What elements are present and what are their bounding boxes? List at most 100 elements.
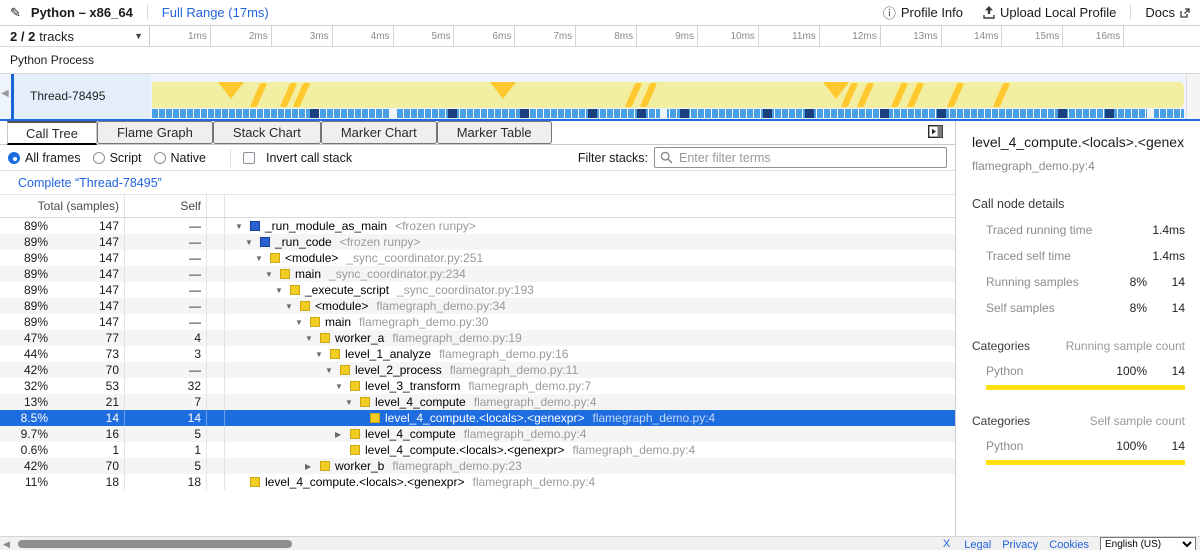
cell-total: 9.7%16	[0, 426, 125, 442]
track-sample-strip[interactable]	[152, 109, 1184, 118]
category-square-icon	[310, 317, 320, 327]
language-select[interactable]: English (US)	[1100, 537, 1196, 550]
expander-open-icon[interactable]: ▼	[245, 238, 260, 247]
radio-script[interactable]: Script	[93, 151, 142, 165]
category-square-icon	[320, 333, 330, 343]
calltree-row[interactable]: 42%70—▼level_2_processflamegraph_demo.py…	[0, 362, 955, 378]
full-range-button[interactable]: Full Range (17ms)	[162, 5, 269, 20]
radio-icon	[93, 152, 105, 164]
sidebar-toggle-button[interactable]	[928, 125, 943, 138]
track-activity-band[interactable]	[152, 82, 1184, 108]
edit-pencil-icon[interactable]: ✎	[10, 5, 21, 21]
expander-open-icon[interactable]: ▼	[325, 366, 340, 375]
calltree-row[interactable]: 9.7%165▶level_4_computeflamegraph_demo.p…	[0, 426, 955, 442]
expander-closed-icon[interactable]: ▶	[335, 430, 350, 439]
calltree-row[interactable]: 13%217▼level_4_computeflamegraph_demo.py…	[0, 394, 955, 410]
radio-native[interactable]: Native	[154, 151, 206, 165]
tab-marker-table[interactable]: Marker Table	[437, 121, 552, 144]
expander-open-icon[interactable]: ▼	[255, 254, 270, 263]
docs-button[interactable]: Docs	[1145, 5, 1190, 20]
tab-marker-chart[interactable]: Marker Chart	[321, 121, 437, 144]
expander-open-icon[interactable]: ▼	[295, 318, 310, 327]
cell-self: 14	[125, 410, 207, 426]
cell-tree: level_4_compute.<locals>.<genexpr>flameg…	[225, 410, 955, 426]
calltree-row[interactable]: 32%5332▼level_3_transformflamegraph_demo…	[0, 378, 955, 394]
expander-open-icon[interactable]: ▼	[305, 334, 320, 343]
expander-open-icon[interactable]: ▼	[265, 270, 280, 279]
cell-gap	[207, 234, 225, 250]
cell-gap	[207, 394, 225, 410]
expander-open-icon[interactable]: ▼	[285, 302, 300, 311]
detail-row: Traced self time1.4ms	[972, 249, 1185, 263]
legal-link[interactable]: Legal	[964, 539, 991, 550]
calltree-row[interactable]: 89%147—▼_execute_script_sync_coordinator…	[0, 282, 955, 298]
top-header: ✎ Python – x86_64 Full Range (17ms) ⓘ Pr…	[0, 0, 1200, 26]
process-track-header[interactable]: Python Process	[0, 47, 1200, 74]
tab-flame-graph[interactable]: Flame Graph	[97, 121, 213, 144]
filter-stacks-label: Filter stacks:	[578, 151, 648, 165]
chevron-down-icon[interactable]: ▼	[134, 31, 143, 41]
thread-track[interactable]: ◀ Thread-78495	[0, 74, 1200, 119]
categories-section: CategoriesRunning sample countPython100%…	[972, 339, 1185, 390]
detail-row: Self samples8%14	[972, 301, 1185, 315]
column-tree	[225, 195, 955, 217]
close-footer-link[interactable]: X	[943, 538, 950, 550]
invert-call-stack-checkbox[interactable]: Invert call stack	[243, 151, 352, 165]
upload-profile-button[interactable]: Upload Local Profile	[983, 5, 1116, 20]
calltree-row[interactable]: 44%733▼level_1_analyzeflamegraph_demo.py…	[0, 346, 955, 362]
tab-stack-chart[interactable]: Stack Chart	[213, 121, 321, 144]
calltree-row[interactable]: 8.5%1414level_4_compute.<locals>.<genexp…	[0, 410, 955, 426]
cell-gap	[207, 266, 225, 282]
sample-gap	[660, 109, 667, 118]
cookies-link[interactable]: Cookies	[1049, 539, 1089, 550]
calltree-row[interactable]: 89%147—▼mainflamegraph_demo.py:30	[0, 314, 955, 330]
column-total-samples[interactable]: Total (samples)	[0, 195, 125, 217]
cell-gap	[207, 458, 225, 474]
external-link-icon	[1180, 8, 1190, 18]
expander-closed-icon[interactable]: ▶	[305, 462, 320, 471]
thread-track-label[interactable]: Thread-78495	[11, 74, 150, 119]
cell-self: 5	[125, 458, 207, 474]
upload-icon	[983, 6, 995, 19]
radio-all-frames[interactable]: All frames	[8, 151, 81, 165]
cell-gap	[207, 474, 225, 490]
tracks-dropdown[interactable]: 2 / 2 tracks ▼	[0, 26, 150, 46]
categories-section: CategoriesSelf sample countPython100%14	[972, 414, 1185, 465]
horizontal-scrollbar-thumb[interactable]	[18, 540, 292, 548]
expander-open-icon[interactable]: ▼	[335, 382, 350, 391]
expander-open-icon[interactable]: ▼	[315, 350, 330, 359]
calltree-row[interactable]: 42%705▶worker_bflamegraph_demo.py:23	[0, 458, 955, 474]
sidebar-section-title: Call node details	[972, 197, 1185, 211]
tab-call-tree[interactable]: Call Tree	[7, 121, 97, 145]
ruler-ticks[interactable]: 1ms2ms3ms4ms5ms6ms7ms8ms9ms10ms11ms12ms1…	[150, 26, 1200, 46]
calltree-row[interactable]: 0.6%11level_4_compute.<locals>.<genexpr>…	[0, 442, 955, 458]
cell-gap	[207, 346, 225, 362]
complete-thread-link[interactable]: Complete “Thread-78495”	[18, 176, 162, 190]
calltree-row[interactable]: 89%147—▼<module>_sync_coordinator.py:251	[0, 250, 955, 266]
calltree-row[interactable]: 89%147—▼_run_module_as_main<frozen runpy…	[0, 218, 955, 234]
marker-slash	[907, 83, 925, 107]
cell-self: 18	[125, 474, 207, 490]
thread-track-canvas[interactable]	[152, 74, 1186, 119]
cell-total: 47%77	[0, 330, 125, 346]
calltree-row[interactable]: 47%774▼worker_aflamegraph_demo.py:19	[0, 330, 955, 346]
calltree-row[interactable]: 89%147—▼main_sync_coordinator.py:234	[0, 266, 955, 282]
scroll-left-icon[interactable]: ◀	[1, 88, 9, 99]
column-self[interactable]: Self	[125, 195, 207, 217]
expander-open-icon[interactable]: ▼	[235, 222, 250, 231]
ruler-tick: 6ms	[454, 26, 515, 46]
category-square-icon	[300, 301, 310, 311]
profile-info-button[interactable]: ⓘ Profile Info	[883, 3, 963, 22]
cell-gap	[207, 442, 225, 458]
expander-open-icon[interactable]: ▼	[345, 398, 360, 407]
category-square-icon	[250, 477, 260, 487]
cell-total: 11%18	[0, 474, 125, 490]
cell-self: 3	[125, 346, 207, 362]
calltree-row[interactable]: 89%147—▼<module>flamegraph_demo.py:34	[0, 298, 955, 314]
calltree-row[interactable]: 89%147—▼_run_code<frozen runpy>	[0, 234, 955, 250]
filter-stacks-input[interactable]	[654, 147, 947, 168]
privacy-link[interactable]: Privacy	[1002, 539, 1038, 550]
cell-self: —	[125, 266, 207, 282]
expander-open-icon[interactable]: ▼	[275, 286, 290, 295]
calltree-row[interactable]: 11%1818level_4_compute.<locals>.<genexpr…	[0, 474, 955, 490]
